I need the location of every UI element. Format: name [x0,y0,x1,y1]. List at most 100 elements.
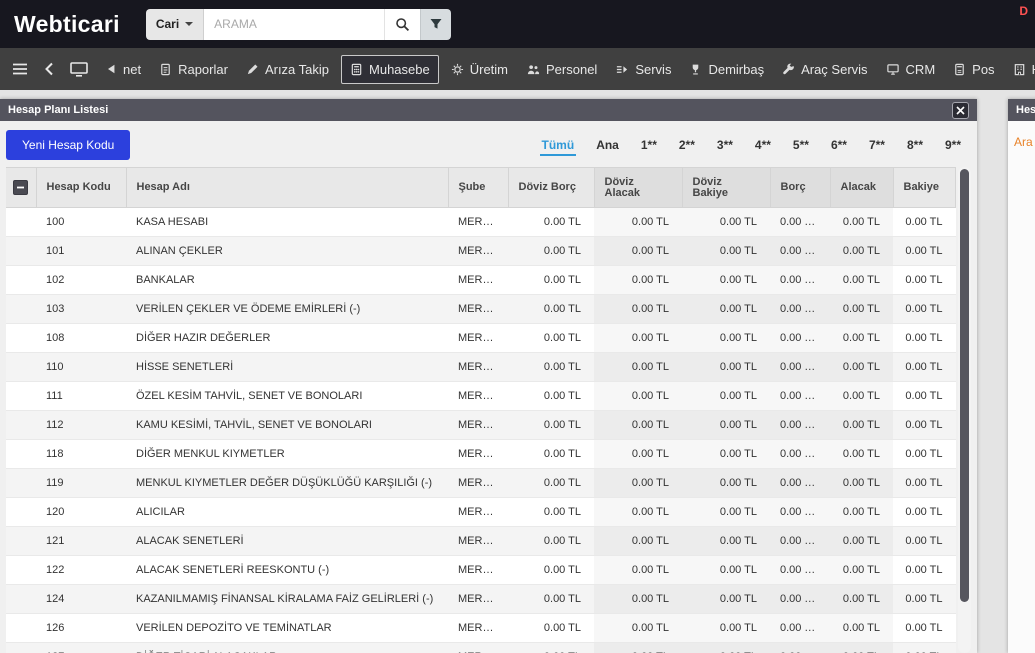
tab-ana[interactable]: Ana [594,135,621,156]
table-row[interactable]: 120ALICILARMERKEZ0.00 TL0.00 TL0.00 TL0.… [6,498,956,527]
column-header-hesap-adi[interactable]: Hesap Adı [126,168,448,208]
tab-6[interactable]: 6** [829,135,849,156]
column-header-doviz-alacak[interactable]: Döviz Alacak [594,168,682,208]
search-button[interactable] [384,9,420,40]
table-row[interactable]: 100KASA HESABIMERKEZ0.00 TL0.00 TL0.00 T… [6,208,956,237]
pos-icon [953,63,966,76]
tab-5[interactable]: 5** [791,135,811,156]
cell-bakiye: 0.00 TL [893,266,956,295]
tab-9[interactable]: 9** [943,135,963,156]
tab-8[interactable]: 8** [905,135,925,156]
filter-button[interactable] [420,9,451,40]
accounts-table: Hesap KoduHesap AdıŞubeDöviz BorçDöviz A… [6,167,956,653]
nav-item-hotel[interactable]: Hotel [1004,48,1035,90]
nav-item-servis[interactable]: Servis [606,48,680,90]
cell-bakiye: 0.00 TL [893,498,956,527]
cell-hesap-kodu: 100 [36,208,126,237]
cell-hesap-kodu: 112 [36,411,126,440]
row-expander-cell [6,295,36,324]
cell-sube: MERKEZ [448,353,508,382]
search-input[interactable] [204,9,384,40]
table-row[interactable]: 110HİSSE SENETLERİMERKEZ0.00 TL0.00 TL0.… [6,353,956,382]
panel-close-button[interactable] [952,102,969,119]
back-button[interactable] [36,48,62,90]
tab-2[interactable]: 2** [677,135,697,156]
table-row[interactable]: 108DİĞER HAZIR DEĞERLERMERKEZ0.00 TL0.00… [6,324,956,353]
menu-button[interactable] [4,48,36,90]
collapse-all-button[interactable] [13,180,28,195]
cell-bakiye: 0.00 TL [893,411,956,440]
cell-doviz-alacak: 0.00 TL [594,498,682,527]
tab-1[interactable]: 1** [639,135,659,156]
tab-3[interactable]: 3** [715,135,735,156]
cell-doviz-alacak: 0.00 TL [594,411,682,440]
nav-item-raporlar[interactable]: Raporlar [150,48,237,90]
table-row[interactable]: 102BANKALARMERKEZ0.00 TL0.00 TL0.00 TL0.… [6,266,956,295]
column-header-bakiye[interactable]: Bakiye [893,168,956,208]
table-row[interactable]: 118DİĞER MENKUL KIYMETLERMERKEZ0.00 TL0.… [6,440,956,469]
new-account-code-button[interactable]: Yeni Hesap Kodu [6,130,130,160]
row-expander-cell [6,556,36,585]
table-row[interactable]: 111ÖZEL KESİM TAHVİL, SENET VE BONOLARIM… [6,382,956,411]
cell-borc: 0.00 TL [770,411,830,440]
cell-bakiye: 0.00 TL [893,527,956,556]
nav-item-net[interactable]: net [96,48,150,90]
cell-bakiye: 0.00 TL [893,237,956,266]
scrollbar-thumb[interactable] [960,169,969,602]
app-logo: Webticari [14,11,120,38]
screen-button[interactable] [62,48,96,90]
global-search: Cari [146,9,451,40]
column-header-sube[interactable]: Şube [448,168,508,208]
column-header-borc[interactable]: Borç [770,168,830,208]
table-row[interactable]: 124KAZANILMAMIŞ FİNANSAL KİRALAMA FAİZ G… [6,585,956,614]
nav-item-demirbas[interactable]: Demirbaş [680,48,773,90]
search-icon [395,17,410,32]
table-row[interactable]: 119MENKUL KIYMETLER DEĞER DÜŞÜKLÜĞÜ KARŞ… [6,469,956,498]
row-expander-cell [6,237,36,266]
table-row[interactable]: 121ALACAK SENETLERİMERKEZ0.00 TL0.00 TL0… [6,527,956,556]
nav-item-arac-servis[interactable]: Araç Servis [773,48,876,90]
cell-doviz-bakiye: 0.00 TL [682,353,770,382]
table-header-row: Hesap KoduHesap AdıŞubeDöviz BorçDöviz A… [6,168,956,208]
cell-hesap-adi: DİĞER TİCARİ ALACAKLAR [126,643,448,653]
column-header-doviz-bakiye[interactable]: Döviz Bakiye [682,168,770,208]
nav-item-muhasebe[interactable]: Muhasebe [341,55,439,84]
row-expander-cell [6,440,36,469]
tab-4[interactable]: 4** [753,135,773,156]
cell-doviz-borc: 0.00 TL [508,324,594,353]
table-row[interactable]: 112KAMU KESİMİ, TAHVİL, SENET VE BONOLAR… [6,411,956,440]
cell-doviz-bakiye: 0.00 TL [682,411,770,440]
tab-tumu[interactable]: Tümü [540,135,577,156]
vertical-scrollbar[interactable] [958,167,971,653]
cell-bakiye: 0.00 TL [893,382,956,411]
table-row[interactable]: 126VERİLEN DEPOZİTO VE TEMİNATLARMERKEZ0… [6,614,956,643]
cell-sube: MERKEZ [448,556,508,585]
cell-doviz-bakiye: 0.00 TL [682,295,770,324]
table-row[interactable]: 122ALACAK SENETLERİ REESKONTU (-)MERKEZ0… [6,556,956,585]
nav-item-pos[interactable]: Pos [944,48,1003,90]
nav-item-uretim[interactable]: Üretim [442,48,517,90]
right-panel-link[interactable]: Ara [1014,135,1033,149]
table-row[interactable]: 127DİĞER TİCARİ ALACAKLARMERKEZ0.00 TL0.… [6,643,956,653]
column-header-doviz-borc[interactable]: Döviz Borç [508,168,594,208]
cell-doviz-bakiye: 0.00 TL [682,382,770,411]
cell-doviz-alacak: 0.00 TL [594,208,682,237]
search-category-dropdown[interactable]: Cari [146,9,204,40]
cell-borc: 0.00 TL [770,324,830,353]
table-row[interactable]: 103VERİLEN ÇEKLER VE ÖDEME EMİRLERİ (-)M… [6,295,956,324]
nav-item-crm[interactable]: CRM [877,48,945,90]
nav-item-ariza-takip[interactable]: Arıza Takip [237,48,338,90]
monitor-icon [70,62,88,77]
table-row[interactable]: 101ALINAN ÇEKLERMERKEZ0.00 TL0.00 TL0.00… [6,237,956,266]
menu-icon [12,62,28,76]
column-header-alacak[interactable]: Alacak [830,168,893,208]
tab-7[interactable]: 7** [867,135,887,156]
cell-bakiye: 0.00 TL [893,353,956,382]
cell-doviz-bakiye: 0.00 TL [682,556,770,585]
cell-hesap-kodu: 122 [36,556,126,585]
cell-alacak: 0.00 TL [830,556,893,585]
column-header-hesap-kodu[interactable]: Hesap Kodu [36,168,126,208]
caret-down-icon [185,22,193,26]
cell-doviz-alacak: 0.00 TL [594,585,682,614]
nav-item-personel[interactable]: Personel [517,48,606,90]
